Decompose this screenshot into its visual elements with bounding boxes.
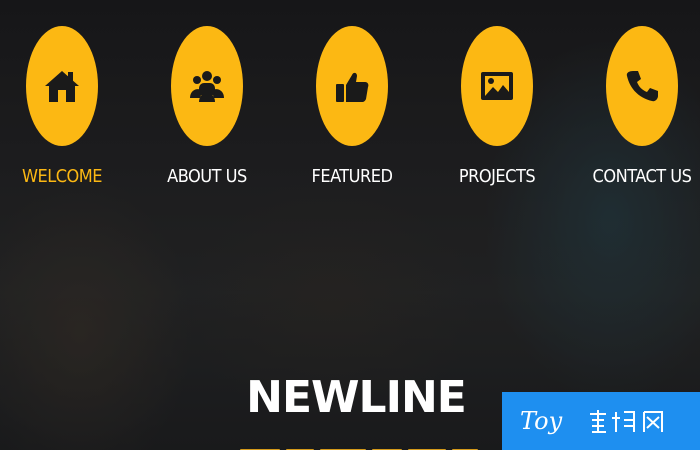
nav-label: ABOUT US: [167, 166, 247, 187]
nav-item-welcome[interactable]: WELCOME: [0, 26, 127, 187]
thumbs-up-icon: [336, 72, 369, 102]
home-icon: [45, 71, 79, 102]
nav-circle-featured: [316, 26, 388, 146]
nav-label: CONTACT US: [592, 166, 692, 187]
main-navigation: WELCOME ABOUT US FEATURED PROJECTS CONTA…: [0, 26, 700, 196]
watermark-logo: Toy: [502, 392, 700, 450]
watermark-wordmark: Toy: [520, 407, 663, 435]
nav-item-projects[interactable]: PROJECTS: [432, 26, 562, 187]
nav-circle-projects: [461, 26, 533, 146]
nav-circle-about-us: [171, 26, 243, 146]
nav-label: FEATURED: [311, 166, 393, 187]
phone-icon: [626, 71, 658, 102]
nav-item-contact-us[interactable]: CONTACT US: [577, 26, 700, 187]
nav-label: WELCOME: [21, 166, 103, 187]
nav-circle-contact-us: [606, 26, 678, 146]
nav-item-featured[interactable]: FEATURED: [287, 26, 417, 187]
image-icon: [481, 72, 513, 100]
nav-item-about-us[interactable]: ABOUT US: [142, 26, 272, 187]
tagline-text-cutoff: [240, 440, 502, 450]
users-icon: [190, 71, 224, 102]
svg-text:Toy: Toy: [520, 407, 563, 435]
nav-label: PROJECTS: [458, 166, 536, 187]
nav-circle-welcome: [26, 26, 98, 146]
